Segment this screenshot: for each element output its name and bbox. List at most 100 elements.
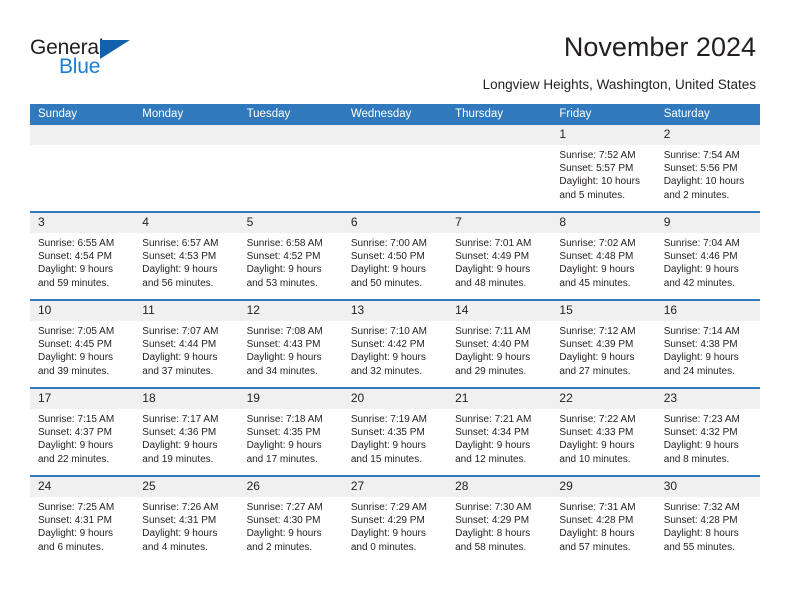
daylight-text-line2: and 32 minutes.	[350, 365, 423, 377]
calendar-empty-cell	[342, 125, 448, 212]
day-cell-inner: 10 Sunrise: 7:05 AM Sunset: 4:45 PM Dayligh…	[30, 301, 135, 387]
day-details: Sunrise: 7:26 AM Sunset: 4:31 PM Daylight:…	[134, 497, 238, 554]
day-details: Sunrise: 7:25 AM Sunset: 4:31 PM Daylight:…	[30, 497, 134, 554]
calendar-weekday-header-row: Sunday Monday Tuesday Wednesday Thursday…	[30, 104, 760, 125]
calendar-day-cell[interactable]: 14 Sunrise: 7:11 AM Sunset: 4:40 PM Dayligh…	[447, 299, 552, 388]
calendar-week-row: 17 Sunrise: 7:15 AM Sunset: 4:37 PM Dayligh…	[30, 387, 760, 476]
calendar-day-cell[interactable]: 1 Sunrise: 7:52 AM Sunset: 5:57 PM Daylight…	[551, 125, 656, 212]
sunset-text: Sunset: 4:45 PM	[38, 339, 112, 351]
daylight-text-line2: and 10 minutes.	[559, 453, 631, 465]
sunrise-text: Sunrise: 7:32 AM	[663, 502, 740, 513]
calendar-day-cell[interactable]: 27 Sunrise: 7:29 AM Sunset: 4:29 PM Dayligh…	[342, 475, 448, 563]
day-number: 18	[134, 389, 239, 409]
page-header: General Blue November 2024 Longview Heig…	[0, 0, 792, 100]
daylight-text-line2: and 4 minutes.	[142, 541, 208, 553]
page-subtitle-location: Longview Heights, Washington, United Sta…	[482, 77, 756, 92]
day-details: Sunrise: 7:30 AM Sunset: 4:29 PM Daylight:…	[447, 497, 551, 554]
day-number: 11	[134, 301, 239, 321]
calendar-day-cell[interactable]: 17 Sunrise: 7:15 AM Sunset: 4:37 PM Dayligh…	[30, 387, 135, 476]
daylight-text-line1: Daylight: 9 hours	[38, 352, 114, 364]
calendar-day-cell[interactable]: 12 Sunrise: 7:08 AM Sunset: 4:43 PM Dayligh…	[238, 299, 343, 388]
calendar-day-cell[interactable]: 24 Sunrise: 7:25 AM Sunset: 4:31 PM Dayligh…	[30, 475, 135, 563]
sunset-text: Sunset: 4:32 PM	[663, 427, 738, 439]
sunset-text: Sunset: 4:38 PM	[663, 339, 738, 351]
sunrise-text: Sunrise: 7:19 AM	[350, 414, 427, 425]
day-cell-inner: 8 Sunrise: 7:02 AM Sunset: 4:48 PM Daylight…	[551, 213, 656, 299]
day-cell-inner: 6 Sunrise: 7:00 AM Sunset: 4:50 PM Daylight…	[342, 213, 448, 299]
daylight-text-line1: Daylight: 9 hours	[246, 264, 322, 276]
day-details: Sunrise: 7:23 AM Sunset: 4:32 PM Daylight:…	[656, 409, 760, 466]
calendar-day-cell[interactable]: 30 Sunrise: 7:32 AM Sunset: 4:28 PM Dayligh…	[655, 475, 760, 563]
day-number: 15	[551, 301, 656, 321]
calendar-day-cell[interactable]: 15 Sunrise: 7:12 AM Sunset: 4:39 PM Dayligh…	[551, 299, 656, 388]
calendar-day-cell[interactable]: 19 Sunrise: 7:18 AM Sunset: 4:35 PM Dayligh…	[238, 387, 343, 476]
daylight-text-line1: Daylight: 9 hours	[350, 528, 426, 540]
day-number	[447, 125, 552, 145]
weekday-header-thursday: Thursday	[447, 104, 552, 125]
day-number: 23	[655, 389, 760, 409]
calendar-day-cell[interactable]: 25 Sunrise: 7:26 AM Sunset: 4:31 PM Dayligh…	[134, 475, 239, 563]
daylight-text-line1: Daylight: 9 hours	[559, 264, 635, 276]
calendar-day-cell[interactable]: 16 Sunrise: 7:14 AM Sunset: 4:38 PM Dayligh…	[655, 299, 760, 388]
sunrise-text: Sunrise: 7:11 AM	[455, 326, 531, 337]
calendar-day-cell[interactable]: 28 Sunrise: 7:30 AM Sunset: 4:29 PM Dayligh…	[447, 475, 552, 563]
calendar-empty-cell	[30, 125, 135, 212]
day-number: 7	[447, 213, 552, 233]
calendar-day-cell[interactable]: 9 Sunrise: 7:04 AM Sunset: 4:46 PM Daylight…	[655, 211, 760, 300]
calendar-day-cell[interactable]: 10 Sunrise: 7:05 AM Sunset: 4:45 PM Dayligh…	[30, 299, 135, 388]
calendar-day-cell[interactable]: 4 Sunrise: 6:57 AM Sunset: 4:53 PM Daylight…	[134, 211, 239, 300]
calendar-day-cell[interactable]: 13 Sunrise: 7:10 AM Sunset: 4:42 PM Dayligh…	[342, 299, 448, 388]
daylight-text-line2: and 2 minutes.	[246, 541, 313, 553]
calendar-day-cell[interactable]: 18 Sunrise: 7:17 AM Sunset: 4:36 PM Dayligh…	[134, 387, 239, 476]
calendar-week-row: 3 Sunrise: 6:55 AM Sunset: 4:54 PM Daylight…	[30, 211, 760, 300]
calendar-day-cell[interactable]: 3 Sunrise: 6:55 AM Sunset: 4:54 PM Daylight…	[30, 211, 135, 300]
day-number: 19	[238, 389, 343, 409]
daylight-text-line1: Daylight: 9 hours	[38, 264, 114, 276]
sunrise-text: Sunrise: 7:31 AM	[559, 502, 636, 513]
day-cell-inner: 5 Sunrise: 6:58 AM Sunset: 4:52 PM Daylight…	[238, 213, 343, 299]
day-number: 30	[655, 477, 760, 497]
calendar-day-cell[interactable]: 22 Sunrise: 7:22 AM Sunset: 4:33 PM Dayligh…	[551, 387, 656, 476]
calendar-day-cell[interactable]: 29 Sunrise: 7:31 AM Sunset: 4:28 PM Dayligh…	[551, 475, 656, 563]
sunset-text: Sunset: 4:40 PM	[455, 339, 530, 351]
calendar-day-cell[interactable]: 8 Sunrise: 7:02 AM Sunset: 4:48 PM Daylight…	[551, 211, 656, 300]
sunrise-text: Sunrise: 6:55 AM	[38, 238, 115, 249]
sunrise-text: Sunrise: 7:15 AM	[38, 414, 115, 425]
calendar-day-cell[interactable]: 6 Sunrise: 7:00 AM Sunset: 4:50 PM Daylight…	[342, 211, 448, 300]
calendar-day-cell[interactable]: 23 Sunrise: 7:23 AM Sunset: 4:32 PM Dayligh…	[655, 387, 760, 476]
daylight-text-line1: Daylight: 9 hours	[559, 352, 635, 364]
day-number: 12	[238, 301, 343, 321]
calendar-day-cell[interactable]: 2 Sunrise: 7:54 AM Sunset: 5:56 PM Daylight…	[655, 125, 760, 212]
sunset-text: Sunset: 4:29 PM	[455, 515, 530, 527]
daylight-text-line2: and 15 minutes.	[350, 453, 423, 465]
calendar-day-cell[interactable]: 5 Sunrise: 6:58 AM Sunset: 4:52 PM Daylight…	[238, 211, 343, 300]
calendar-day-cell[interactable]: 26 Sunrise: 7:27 AM Sunset: 4:30 PM Dayligh…	[238, 475, 343, 563]
day-cell-inner: 12 Sunrise: 7:08 AM Sunset: 4:43 PM Dayligh…	[238, 301, 343, 387]
day-number	[134, 125, 239, 145]
day-details: Sunrise: 7:18 AM Sunset: 4:35 PM Daylight:…	[239, 409, 343, 466]
day-cell-inner	[342, 125, 448, 211]
sunset-text: Sunset: 4:43 PM	[246, 339, 321, 351]
sunrise-text: Sunrise: 7:04 AM	[663, 238, 740, 249]
sunset-text: Sunset: 4:29 PM	[350, 515, 425, 527]
daylight-text-line1: Daylight: 9 hours	[663, 264, 739, 276]
calendar-day-cell[interactable]: 20 Sunrise: 7:19 AM Sunset: 4:35 PM Dayligh…	[342, 387, 448, 476]
calendar-day-cell[interactable]: 21 Sunrise: 7:21 AM Sunset: 4:34 PM Dayligh…	[447, 387, 552, 476]
day-number: 26	[238, 477, 343, 497]
general-blue-logo: General Blue	[30, 36, 150, 82]
calendar-day-cell[interactable]: 11 Sunrise: 7:07 AM Sunset: 4:44 PM Dayligh…	[134, 299, 239, 388]
sunrise-text: Sunrise: 6:58 AM	[246, 238, 323, 249]
daylight-text-line2: and 2 minutes.	[663, 189, 730, 201]
day-cell-inner: 14 Sunrise: 7:11 AM Sunset: 4:40 PM Dayligh…	[447, 301, 552, 387]
day-details: Sunrise: 6:57 AM Sunset: 4:53 PM Daylight:…	[134, 233, 238, 290]
daylight-text-line1: Daylight: 9 hours	[142, 352, 218, 364]
daylight-text-line2: and 8 minutes.	[663, 453, 730, 465]
daylight-text-line2: and 45 minutes.	[559, 277, 631, 289]
daylight-text-line1: Daylight: 9 hours	[38, 440, 114, 452]
weekday-header-friday: Friday	[551, 104, 656, 125]
calendar-day-cell[interactable]: 7 Sunrise: 7:01 AM Sunset: 4:49 PM Daylight…	[447, 211, 552, 300]
daylight-text-line2: and 12 minutes.	[455, 453, 527, 465]
day-number: 16	[655, 301, 760, 321]
day-details: Sunrise: 7:21 AM Sunset: 4:34 PM Daylight:…	[447, 409, 551, 466]
sunset-text: Sunset: 4:39 PM	[559, 339, 634, 351]
